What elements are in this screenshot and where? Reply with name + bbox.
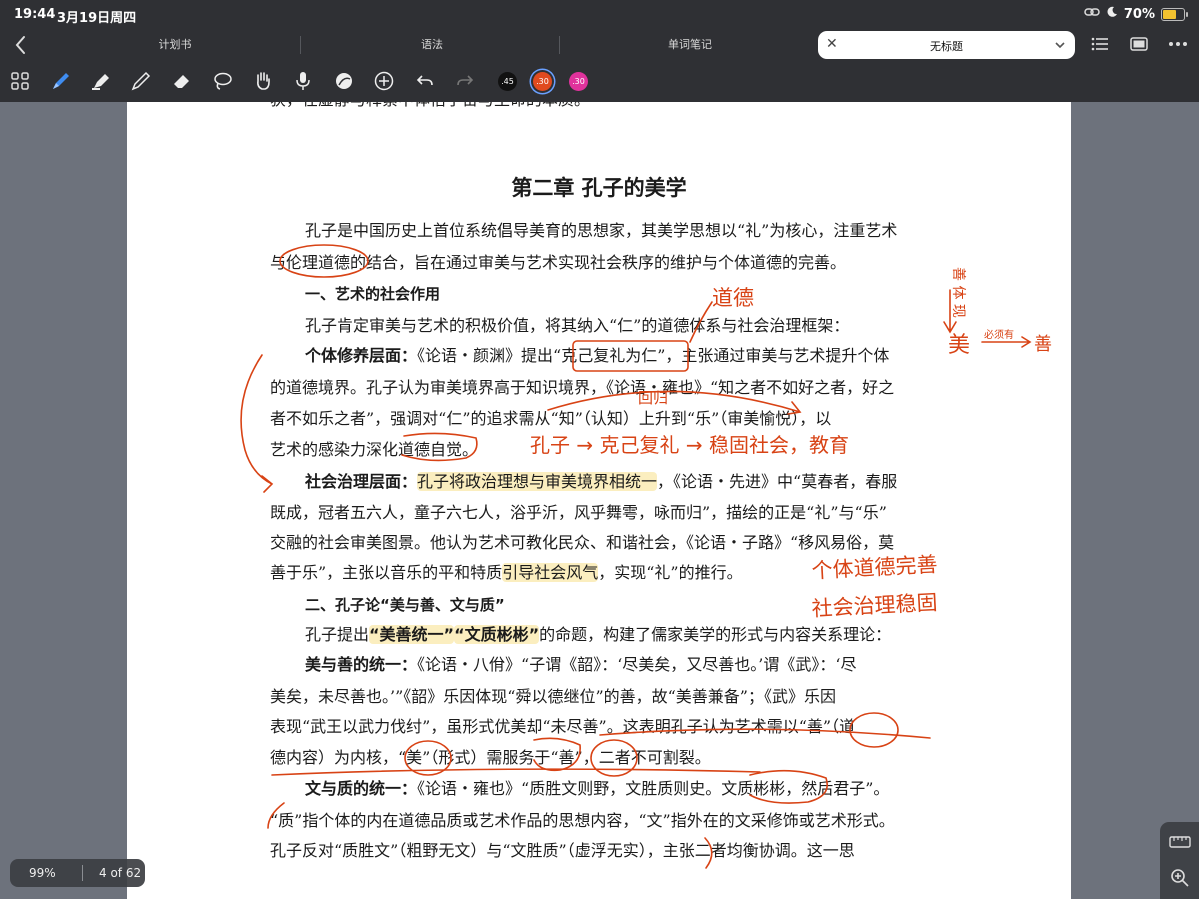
pill-divider — [82, 865, 83, 881]
page-status-pill[interactable]: 99% 4 of 62 — [10, 859, 145, 887]
paragraph-line: 个体修养层面：《论语・颜渊》提出“克己复礼为仁”，主张通过审美与艺术提升个体 — [305, 346, 889, 366]
bold-label: 美与善的统一： — [305, 655, 418, 674]
highlighter-icon[interactable] — [89, 69, 113, 93]
highlight: 孔子将政治理想与审美境界相统一 — [417, 472, 658, 491]
battery-icon — [1161, 7, 1188, 21]
pencil-icon[interactable] — [129, 69, 153, 93]
status-date: 3月19日周四 — [57, 11, 137, 26]
swatch-red-selected[interactable]: .30 — [533, 72, 552, 91]
paragraph-line: 与伦理道德的结合，旨在通过审美与艺术实现社会秩序的维护与个体道德的完善。 — [270, 253, 847, 272]
chapter-title: 第二章 孔子的美学 — [511, 176, 687, 200]
page-view-icon[interactable] — [1128, 32, 1150, 56]
zoom-icon[interactable] — [1168, 866, 1192, 890]
tab-bar: 计划书 语法 单词笔记 ✕ 无标题 — [0, 30, 1199, 60]
cut-off-line: 获，在虚静与释紧中体悟宇宙与生命的本质。 — [270, 102, 590, 110]
text-run: 《论语・雍也》“质胜文则野，文胜质则史。文质彬彬，然后君子”。 — [417, 779, 890, 798]
paragraph-line: 美矣，未尽善也。’”《韶》乐因体现“舜以德继位”的善，故“美善兼备”；《武》乐因 — [270, 687, 836, 706]
document-canvas[interactable]: 获，在虚静与释紧中体悟宇宙与生命的本质。 第二章 孔子的美学 孔子是中国历史上首… — [0, 102, 1199, 899]
paragraph-line: 美与善的统一：《论语・八佾》“子谓《韶》：‘尽美矣，又尽善也。’谓《武》：‘尽 — [305, 655, 856, 675]
lasso-icon[interactable] — [210, 69, 234, 93]
text-run: 善于乐”，主张以音乐的平和特质 — [270, 563, 503, 582]
highlight: “美善统一” — [369, 625, 455, 644]
tab-vocab-notes[interactable]: 单词笔记 — [570, 36, 810, 52]
text-run: ，实现“礼”的推行。 — [598, 563, 743, 582]
redo-icon[interactable] — [453, 69, 477, 93]
paragraph-line: 既成，冠者五六人，童子六七人，浴乎沂，风乎舞雩，咏而归”，描绘的正是“礼”与“乐… — [270, 503, 887, 522]
hand-icon[interactable] — [251, 69, 275, 93]
chevron-left-icon — [15, 36, 25, 54]
text-run: 的命题，构建了儒家美学的形式与内容关系理论： — [539, 625, 892, 644]
status-time: 19:44 — [14, 7, 56, 22]
text-run: 《论语・八佾》“子谓《韶》：‘尽美矣，又尽善也。’谓《武》：‘尽 — [417, 655, 857, 674]
chevron-down-icon[interactable] — [1053, 37, 1067, 56]
swatch-black[interactable]: .45 — [498, 72, 517, 91]
add-icon[interactable] — [372, 69, 396, 93]
moon-icon — [1106, 6, 1118, 22]
link-icon — [1084, 6, 1100, 22]
highlight: “文质彬彬” — [454, 625, 540, 644]
tab-divider — [300, 36, 301, 54]
section-heading: 二、孔子论“美与善、文与质” — [305, 596, 505, 614]
bold-label: 个体修养层面： — [305, 346, 418, 365]
swatch-pink[interactable]: .30 — [569, 72, 588, 91]
side-tool-panel — [1160, 822, 1199, 899]
bold-label: 社会治理层面： — [305, 472, 418, 491]
paragraph-line: “质”指个体的内在道德品质或艺术作品的思想内容，“文”指外在的文采修饰或艺术形式… — [270, 811, 895, 830]
paragraph-line: 孔子提出“美善统一”“文质彬彬”的命题，构建了儒家美学的形式与内容关系理论： — [305, 625, 891, 645]
paragraph-line: 表现“武王以武力伐纣”，虽形式优美却“未尽善”。这表明孔子认为艺术需以“善”（道 — [270, 717, 856, 736]
paragraph-line: 文与质的统一：《论语・雍也》“质胜文则野，文胜质则史。文质彬彬，然后君子”。 — [305, 779, 889, 799]
page-indicator[interactable]: 4 of 62 — [99, 866, 141, 880]
paragraph-line: 善于乐”，主张以音乐的平和特质引导社会风气，实现“礼”的推行。 — [270, 563, 743, 583]
highlight: 引导社会风气 — [502, 563, 599, 582]
grid-icon[interactable] — [8, 69, 32, 93]
zoom-level[interactable]: 99% — [29, 866, 56, 880]
paragraph-line: 孔子是中国历史上首位系统倡导美育的思想家，其美学思想以“礼”为核心，注重艺术 — [305, 221, 898, 240]
text-run: 《论语・颜渊》提出“克己复礼为仁”，主张通过审美与艺术提升个体 — [417, 346, 890, 365]
eraser-icon[interactable] — [170, 69, 194, 93]
paragraph-line: 艺术的感染力深化道德自觉。 — [270, 440, 479, 459]
tab-plan[interactable]: 计划书 — [60, 36, 290, 52]
shape-icon[interactable] — [332, 69, 356, 93]
pen-icon[interactable] — [49, 69, 73, 93]
paragraph-line: 孔子反对“质胜文”（粗野无文）与“文胜质”（虚浮无实），主张二者均衡协调。这一思 — [270, 841, 855, 860]
status-bar: 19:44 3月19日周四 70% — [0, 0, 1199, 30]
undo-icon[interactable] — [413, 69, 437, 93]
tab-untitled[interactable]: ✕ 无标题 — [818, 31, 1075, 59]
outline-list-icon[interactable] — [1089, 32, 1111, 56]
back-button[interactable] — [10, 33, 32, 57]
paragraph-line: 的道德境界。孔子认为审美境界高于知识境界，《论语・雍也》“知之者不如好之者，好之 — [270, 378, 895, 397]
text-run: 孔子提出 — [305, 625, 370, 644]
text-run: ，《论语・先进》中“莫春者，春服 — [657, 472, 898, 491]
more-icon[interactable] — [1167, 32, 1189, 56]
paragraph-line: 交融的社会审美图景。他认为艺术可教化民众、和谐社会，《论语・子路》“移风易俗，莫 — [270, 533, 895, 552]
paragraph-line: 德内容）为内核，“美”（形式）需服务于“善”，二者不可割裂。 — [270, 748, 711, 767]
top-right-actions — [1089, 32, 1189, 56]
status-right: 70% — [1084, 6, 1188, 22]
section-heading: 一、艺术的社会作用 — [305, 285, 441, 303]
tab-untitled-title: 无标题 — [930, 40, 963, 53]
battery-percent: 70% — [1123, 6, 1155, 22]
ruler-icon[interactable] — [1168, 830, 1192, 854]
paragraph-line: 者不如乐之者”，强调对“仁”的追求需从“知”（认知）上升到“乐”（审美愉悦），以 — [270, 409, 832, 428]
pdf-page[interactable]: 获，在虚静与释紧中体悟宇宙与生命的本质。 第二章 孔子的美学 孔子是中国历史上首… — [127, 102, 1071, 899]
paragraph-line: 孔子肯定审美与艺术的积极价值，将其纳入“仁”的道德体系与社会治理框架： — [305, 316, 850, 335]
tool-bar: .45 .30 .30 — [0, 60, 1199, 102]
bold-label: 文与质的统一： — [305, 779, 418, 798]
tab-grammar[interactable]: 语法 — [312, 36, 552, 52]
mic-icon[interactable] — [291, 69, 315, 93]
tab-divider — [559, 36, 560, 54]
paragraph-line: 社会治理层面：孔子将政治理想与审美境界相统一，《论语・先进》中“莫春者，春服 — [305, 472, 897, 492]
